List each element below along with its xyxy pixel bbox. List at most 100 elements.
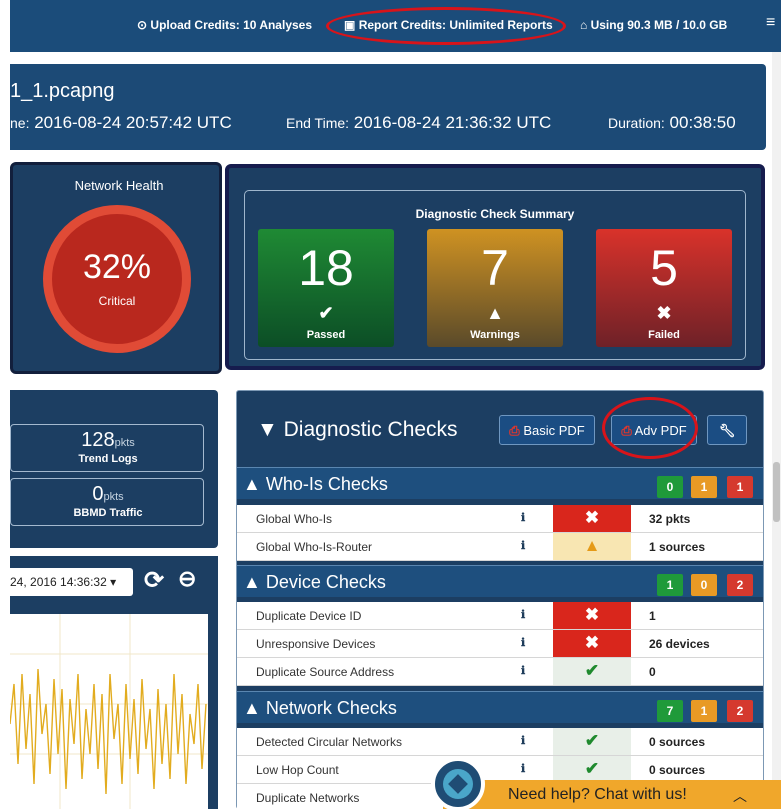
end-time-row: End Time: 2016-08-24 21:36:32 UTC (286, 113, 551, 133)
status-pass-icon: ✔ (553, 658, 631, 685)
device-fail-count: 2 (727, 574, 753, 596)
upload-credits-label: Upload Credits: 10 Analyses (150, 18, 313, 32)
hamburger-icon[interactable]: ≡ (766, 14, 775, 32)
network-pass-count: 7 (657, 700, 683, 722)
diagnostic-checks-title: Diagnostic Checks (283, 418, 458, 441)
chat-widget[interactable]: Need help? Chat with us! ︿ (443, 780, 781, 809)
trend-logs-value: 128 (81, 429, 115, 451)
status-warning-icon: ▲ (553, 533, 631, 560)
zoom-out-icon[interactable]: ⊖ (178, 566, 196, 592)
failed-tile[interactable]: 5 ✖ Failed (596, 229, 732, 347)
check-value: 0 sources (649, 763, 706, 777)
chevron-up-icon[interactable]: ︿ (733, 786, 747, 806)
trend-logs-label: Trend Logs (78, 453, 138, 465)
pdf-icon: ⎙ (509, 423, 520, 438)
check-value: 0 sources (649, 735, 706, 749)
diagnostic-summary-panel: Diagnostic Check Summary 18 ✔ Passed 7 ▲… (225, 164, 765, 370)
traffic-stats-panel: 128pkts Trend Logs 0pkts BBMD Traffic (10, 390, 218, 548)
check-name: Low Hop Count (256, 763, 339, 777)
check-value: 1 sources (649, 540, 706, 554)
status-fail-icon: ✖ (553, 630, 631, 657)
check-value: 26 devices (649, 637, 710, 651)
check-row-unresponsive-devices[interactable]: Unresponsive Devices ℹ ✖ 26 devices (237, 630, 763, 658)
device-pass-count: 1 (657, 574, 683, 596)
info-icon[interactable]: ℹ (521, 511, 525, 524)
info-icon[interactable]: ℹ (521, 636, 525, 649)
check-value: 0 (649, 665, 656, 679)
who-is-warn-count: 1 (691, 476, 717, 498)
page-scrollbar[interactable] (772, 52, 781, 809)
passed-tile[interactable]: 18 ✔ Passed (258, 229, 394, 347)
wrench-icon[interactable]: 🔧︎ (707, 415, 747, 445)
basic-pdf-button[interactable]: ⎙ Basic PDF (499, 415, 595, 445)
warning-icon: ▲ (486, 303, 504, 323)
info-icon[interactable]: ℹ (521, 664, 525, 677)
refresh-icon[interactable]: ⟳ (144, 566, 164, 595)
check-name: Global Who-Is-Router (256, 540, 373, 554)
diagnostic-checks-header[interactable]: ▼ Diagnostic Checks (257, 418, 458, 442)
adv-pdf-highlight-ring (602, 397, 698, 459)
trend-logs-unit: pkts (114, 437, 135, 449)
who-is-fail-count: 1 (727, 476, 753, 498)
passed-label: Passed (306, 329, 346, 341)
status-pass-icon: ✔ (553, 756, 631, 783)
x-icon: ✖ (656, 303, 672, 323)
check-name: Duplicate Source Address (256, 665, 395, 679)
check-name: Duplicate Device ID (256, 609, 362, 623)
bbmd-traffic-value-row: 0pkts (11, 483, 205, 506)
diagnostic-checks-panel: ▼ Diagnostic Checks ⎙ Basic PDF ⎙ Adv PD… (236, 390, 764, 809)
chat-logo-icon[interactable] (431, 757, 485, 809)
duration-value: 00:38:50 (669, 113, 736, 132)
health-status: Critical (98, 294, 136, 308)
scrollbar-thumb[interactable] (773, 462, 780, 522)
info-icon[interactable]: ℹ (521, 539, 525, 552)
checkmark-icon: ✔ (318, 303, 334, 323)
summary-title: Diagnostic Check Summary (415, 207, 575, 221)
triangle-up-icon: ▲ (243, 572, 261, 592)
status-fail-icon: ✖ (553, 505, 631, 532)
check-row-global-who-is-router[interactable]: Global Who-Is-Router ℹ ▲ 1 sources (237, 533, 763, 561)
info-icon[interactable]: ℹ (521, 608, 525, 621)
who-is-title: Who-Is Checks (265, 474, 388, 494)
triangle-up-icon: ▲ (243, 474, 261, 494)
date-range-select[interactable]: 24, 2016 14:36:32 ▾ (10, 568, 133, 596)
bbmd-traffic-label: BBMD Traffic (73, 507, 143, 519)
storage-usage-label: Using 90.3 MB / 10.0 GB (590, 18, 728, 32)
check-name: Global Who-Is (256, 512, 333, 526)
trend-logs-box[interactable]: 128pkts Trend Logs (10, 424, 204, 472)
check-value: 32 pkts (649, 512, 691, 526)
duration-row: Duration: 00:38:50 (608, 113, 736, 133)
storage-usage[interactable]: ⌂ Using 90.3 MB / 10.0 GB (580, 18, 727, 32)
warnings-tile[interactable]: 7 ▲ Warnings (427, 229, 563, 347)
section-header-who-is[interactable]: ▲ Who-Is Checks 0 1 1 (237, 467, 763, 499)
network-title: Network Checks (265, 698, 397, 718)
section-header-device[interactable]: ▲ Device Checks 1 0 2 (237, 565, 763, 597)
health-percent: 32% (82, 248, 152, 286)
info-icon[interactable]: ℹ (521, 762, 525, 775)
check-row-detected-circular-networks[interactable]: Detected Circular Networks ℹ ✔ 0 sources (237, 728, 763, 756)
traffic-chart-area[interactable] (9, 614, 208, 809)
upload-credits[interactable]: ⊙ Upload Credits: 10 Analyses (137, 18, 312, 32)
section-header-network[interactable]: ▲ Network Checks 7 1 2 (237, 691, 763, 723)
failed-count: 5 (650, 240, 678, 296)
file-info-panel (10, 64, 766, 150)
device-title-row: ▲ Device Checks (243, 572, 386, 593)
check-value: 1 (649, 609, 656, 623)
check-row-duplicate-device-id[interactable]: Duplicate Device ID ℹ ✖ 1 (237, 602, 763, 630)
failed-label: Failed (648, 329, 680, 341)
basic-pdf-label: Basic PDF (523, 423, 585, 438)
info-icon[interactable]: ℹ (521, 734, 525, 747)
status-fail-icon: ✖ (553, 602, 631, 629)
network-health-panel: Network Health 32% Critical (10, 162, 222, 374)
check-row-global-who-is[interactable]: Global Who-Is ℹ ✖ 32 pkts (237, 505, 763, 533)
check-row-duplicate-source-address[interactable]: Duplicate Source Address ℹ ✔ 0 (237, 658, 763, 686)
chat-text: Need help? Chat with us! (508, 786, 687, 803)
check-name: Unresponsive Devices (256, 637, 376, 651)
bbmd-traffic-value: 0 (92, 483, 104, 505)
who-is-pass-count: 0 (657, 476, 683, 498)
target-icon: ⊙ (137, 18, 148, 32)
network-title-row: ▲ Network Checks (243, 698, 397, 719)
bbmd-traffic-box[interactable]: 0pkts BBMD Traffic (10, 478, 204, 526)
summary-inner-frame: Diagnostic Check Summary 18 ✔ Passed 7 ▲… (244, 190, 746, 360)
trend-logs-value-row: 128pkts (11, 429, 205, 452)
